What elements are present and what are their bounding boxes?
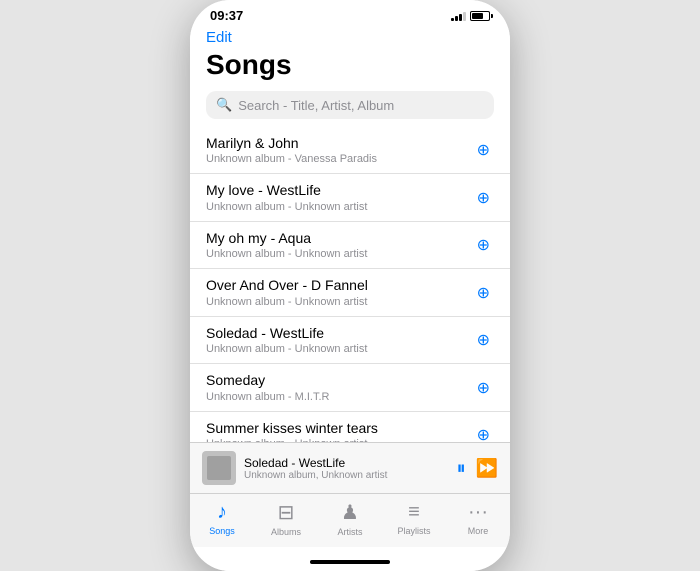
- now-playing-info: Soledad - WestLife Unknown album, Unknow…: [244, 456, 457, 481]
- tab-playlists[interactable]: ≡ Playlists: [382, 501, 446, 536]
- list-item[interactable]: My love - WestLife Unknown album - Unkno…: [190, 174, 510, 221]
- tab-artists[interactable]: ♟ Artists: [318, 500, 382, 537]
- song-title: Someday: [206, 371, 473, 389]
- tab-songs[interactable]: ♪ Songs: [190, 501, 254, 536]
- song-title: Over And Over - D Fannel: [206, 276, 473, 294]
- list-item[interactable]: My oh my - Aqua Unknown album - Unknown …: [190, 222, 510, 269]
- song-meta: Unknown album - Unknown artist: [206, 200, 473, 214]
- header: Edit Songs: [190, 27, 510, 85]
- add-song-button[interactable]: ⊕: [473, 328, 494, 352]
- more-tab-icon: ···: [468, 501, 488, 524]
- now-playing-bar[interactable]: Soledad - WestLife Unknown album, Unknow…: [190, 442, 510, 493]
- song-meta: Unknown album - Unknown artist: [206, 295, 473, 309]
- tab-label-songs: Songs: [209, 526, 235, 536]
- song-info: Soledad - WestLife Unknown album - Unkno…: [206, 324, 473, 356]
- add-song-button[interactable]: ⊕: [473, 233, 494, 257]
- song-meta: Unknown album - Vanessa Paradis: [206, 152, 473, 166]
- forward-button[interactable]: ⏩: [476, 458, 498, 479]
- song-list: Marilyn & John Unknown album - Vanessa P…: [190, 127, 510, 442]
- add-song-button[interactable]: ⊕: [473, 281, 494, 305]
- songs-tab-icon: ♪: [217, 501, 227, 524]
- song-meta: Unknown album - Unknown artist: [206, 247, 473, 261]
- home-bar: [310, 560, 390, 564]
- list-item[interactable]: Marilyn & John Unknown album - Vanessa P…: [190, 127, 510, 174]
- battery-icon: [470, 11, 490, 21]
- song-info: Over And Over - D Fannel Unknown album -…: [206, 276, 473, 308]
- now-playing-subtitle: Unknown album, Unknown artist: [244, 470, 457, 481]
- song-meta: Unknown album - Unknown artist: [206, 342, 473, 356]
- add-song-button[interactable]: ⊕: [473, 423, 494, 442]
- search-placeholder: Search - Title, Artist, Album: [238, 98, 394, 113]
- tab-label-artists: Artists: [337, 527, 362, 537]
- album-art: [202, 451, 236, 485]
- playlists-tab-icon: ≡: [408, 501, 420, 524]
- status-icons: [451, 11, 490, 21]
- tab-label-more: More: [468, 526, 489, 536]
- song-title: Soledad - WestLife: [206, 324, 473, 342]
- search-bar[interactable]: 🔍 Search - Title, Artist, Album: [206, 91, 494, 119]
- albums-tab-icon: ⊟: [278, 500, 295, 525]
- song-info: Summer kisses winter tears Unknown album…: [206, 419, 473, 442]
- list-item[interactable]: Soledad - WestLife Unknown album - Unkno…: [190, 317, 510, 364]
- page-title: Songs: [206, 49, 494, 81]
- status-time: 09:37: [210, 8, 243, 23]
- edit-button[interactable]: Edit: [206, 29, 232, 46]
- song-info: Marilyn & John Unknown album - Vanessa P…: [206, 134, 473, 166]
- home-indicator: [190, 547, 510, 571]
- song-meta: Unknown album - M.I.T.R: [206, 390, 473, 404]
- song-title: My oh my - Aqua: [206, 229, 473, 247]
- tab-label-playlists: Playlists: [397, 526, 430, 536]
- list-item[interactable]: Over And Over - D Fannel Unknown album -…: [190, 269, 510, 316]
- tab-label-albums: Albums: [271, 527, 301, 537]
- add-song-button[interactable]: ⊕: [473, 376, 494, 400]
- phone-frame: 09:37 Edit Songs 🔍 Search - Title, Artis…: [190, 0, 510, 571]
- signal-icon: [451, 11, 466, 21]
- song-info: My love - WestLife Unknown album - Unkno…: [206, 181, 473, 213]
- add-song-button[interactable]: ⊕: [473, 186, 494, 210]
- song-info: Someday Unknown album - M.I.T.R: [206, 371, 473, 403]
- list-item[interactable]: Summer kisses winter tears Unknown album…: [190, 412, 510, 442]
- tab-albums[interactable]: ⊟ Albums: [254, 500, 318, 537]
- song-title: My love - WestLife: [206, 181, 473, 199]
- search-icon: 🔍: [216, 97, 232, 113]
- song-title: Marilyn & John: [206, 134, 473, 152]
- add-song-button[interactable]: ⊕: [473, 138, 494, 162]
- now-playing-title: Soledad - WestLife: [244, 456, 457, 470]
- song-title: Summer kisses winter tears: [206, 419, 473, 437]
- tab-more[interactable]: ··· More: [446, 501, 510, 536]
- list-item[interactable]: Someday Unknown album - M.I.T.R ⊕: [190, 364, 510, 411]
- status-bar: 09:37: [190, 0, 510, 27]
- pause-button[interactable]: ⏸: [457, 458, 466, 479]
- tab-bar: ♪ Songs ⊟ Albums ♟ Artists ≡ Playlists ·…: [190, 493, 510, 547]
- song-info: My oh my - Aqua Unknown album - Unknown …: [206, 229, 473, 261]
- artists-tab-icon: ♟: [341, 500, 359, 525]
- playback-controls: ⏸ ⏩: [457, 458, 498, 479]
